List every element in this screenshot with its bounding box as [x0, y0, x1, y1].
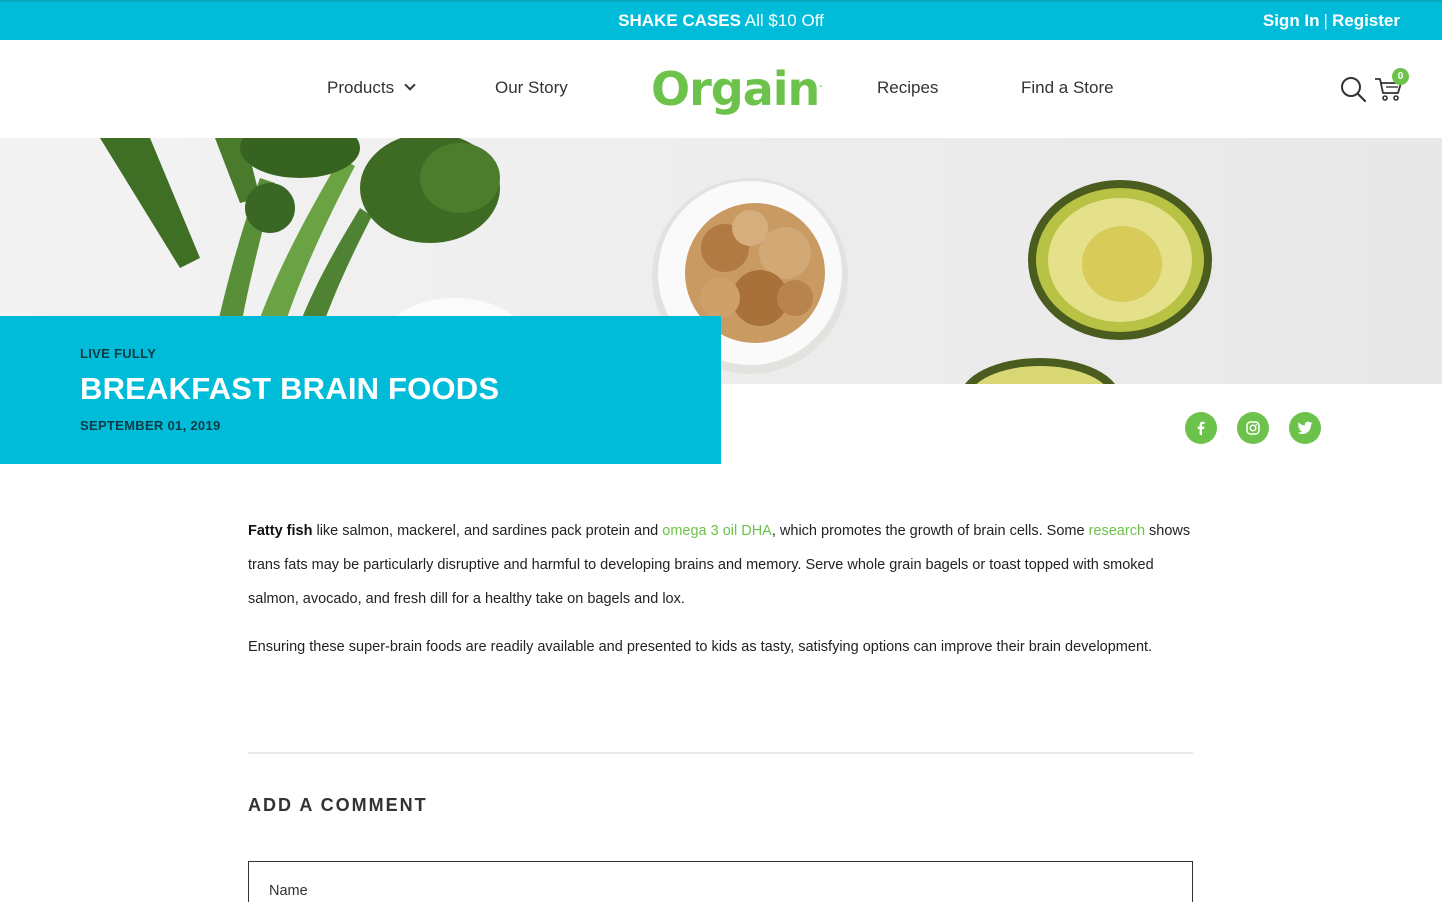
cart-count-badge: 0	[1392, 68, 1409, 85]
article-body: Fatty fish like salmon, mackerel, and sa…	[248, 514, 1196, 678]
paragraph-text: , which promotes the growth of brain cel…	[771, 523, 1089, 539]
nav-our-story[interactable]: Our Story	[495, 78, 568, 98]
facebook-share-button[interactable]	[1185, 412, 1217, 444]
add-comment-heading: ADD A COMMENT	[248, 795, 428, 815]
article-paragraph-2: Ensuring these super-brain foods are rea…	[248, 639, 1153, 655]
nav-products-label: Products	[327, 78, 395, 97]
chevron-down-icon	[404, 79, 416, 91]
omega-3-link[interactable]: omega 3 oil DHA	[662, 523, 772, 539]
article-paragraph-1: Fatty fish like salmon, mackerel, and sa…	[248, 514, 1196, 616]
nav-products[interactable]: Products	[327, 78, 416, 98]
post-date: SEPTEMBER 01, 2019	[80, 418, 221, 433]
auth-links: Sign In | Register	[1263, 11, 1400, 31]
promo-bar: SHAKE CASES All $10 Off Sign In | Register	[0, 0, 1442, 40]
comment-name-field[interactable]	[248, 861, 1193, 902]
paragraph-text: like salmon, mackerel, and sardines pack…	[312, 523, 663, 539]
post-header-card: LIVE FULLY BREAKFAST BRAIN FOODS SEPTEMB…	[0, 316, 721, 464]
promo-offer: All $10 Off	[744, 11, 824, 30]
promo-message[interactable]: SHAKE CASES All $10 Off	[0, 11, 1442, 31]
search-icon[interactable]	[1340, 76, 1366, 102]
instagram-icon	[1246, 421, 1260, 435]
auth-separator: |	[1323, 11, 1328, 30]
site-header: Products Our Story Orgain. Recipes Find …	[0, 40, 1442, 138]
promo-highlight: SHAKE CASES	[618, 11, 741, 30]
research-link[interactable]: research	[1089, 523, 1145, 539]
orgain-logo[interactable]: Orgain.	[651, 62, 822, 116]
fatty-fish-bold: Fatty fish	[248, 523, 313, 539]
section-divider	[248, 752, 1193, 754]
sign-in-link[interactable]: Sign In	[1263, 11, 1320, 30]
facebook-icon	[1197, 421, 1205, 435]
post-category[interactable]: LIVE FULLY	[80, 346, 156, 361]
twitter-share-button[interactable]	[1289, 412, 1321, 444]
register-link[interactable]: Register	[1332, 11, 1400, 30]
instagram-share-button[interactable]	[1237, 412, 1269, 444]
twitter-icon	[1297, 421, 1313, 434]
nav-find-store[interactable]: Find a Store	[1021, 78, 1114, 98]
nav-recipes[interactable]: Recipes	[877, 78, 938, 98]
logo-text: Orgain	[651, 62, 820, 116]
post-title: BREAKFAST BRAIN FOODS	[80, 371, 500, 406]
